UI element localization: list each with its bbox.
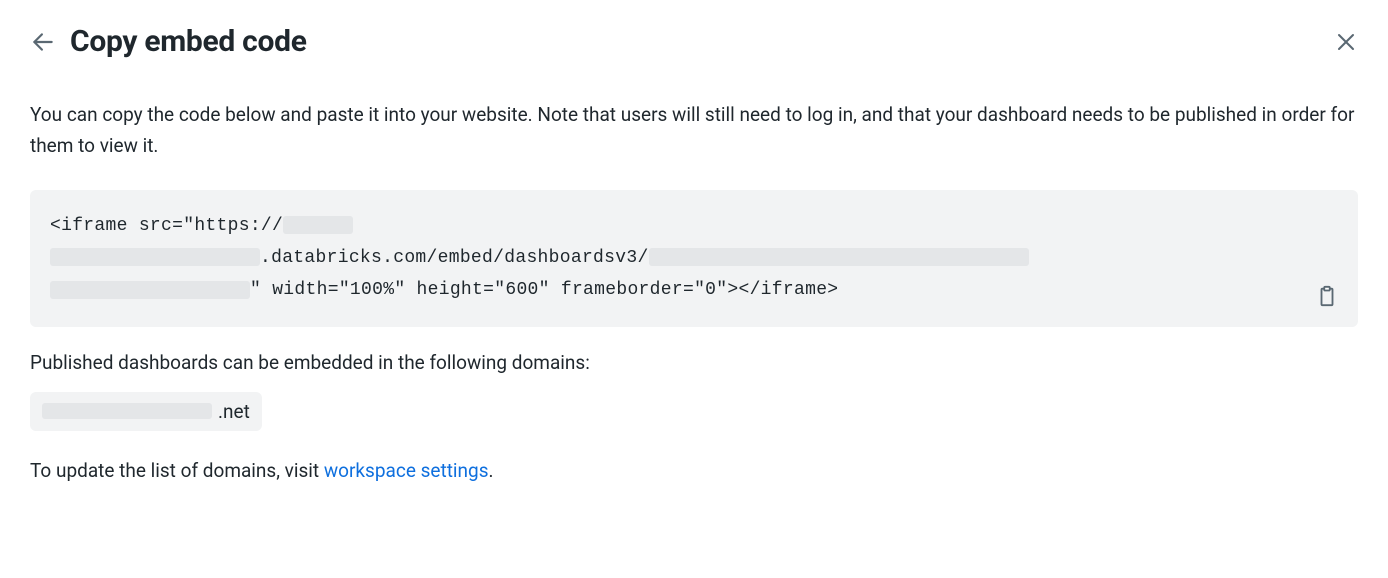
domain-pill: .net [30,392,262,431]
dialog-title: Copy embed code [70,24,307,59]
header-left: Copy embed code [30,24,307,59]
update-domains-line: To update the list of domains, visit wor… [30,459,1358,482]
domain-suffix: .net [218,400,250,423]
code-segment: .databricks.com/embed/dashboardsv3/ [260,248,649,268]
redacted-host-part [50,248,260,266]
dialog-header: Copy embed code [30,24,1358,59]
back-button[interactable] [30,29,56,55]
dialog-description: You can copy the code below and paste it… [30,99,1358,162]
redacted-path-part [649,248,1029,266]
redacted-host-part [283,216,353,234]
redacted-domain-name [42,403,212,419]
code-segment: " width="100%" height="600" frameborder=… [250,280,838,300]
embed-code-block: <iframe src="https:// .databricks.com/em… [30,190,1358,327]
close-icon [1334,30,1358,54]
redacted-path-part [50,281,250,299]
domains-label: Published dashboards can be embedded in … [30,351,1358,374]
clipboard-icon [1316,285,1338,307]
arrow-left-icon [30,29,56,55]
workspace-settings-link[interactable]: workspace settings [324,459,489,482]
code-segment: <iframe src="https:// [50,216,283,236]
copy-button[interactable] [1316,285,1338,307]
update-prefix: To update the list of domains, visit [30,459,324,482]
update-suffix: . [489,459,494,482]
close-button[interactable] [1334,30,1358,54]
